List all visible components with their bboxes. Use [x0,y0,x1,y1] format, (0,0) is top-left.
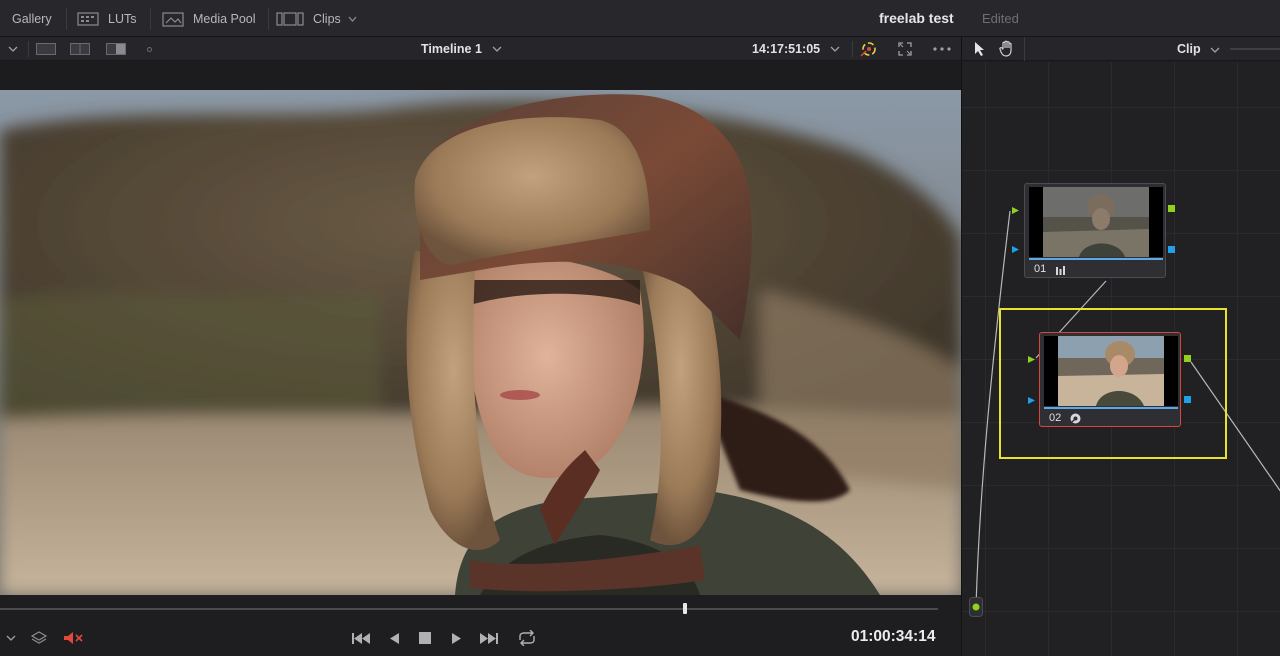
pointer-icon [975,42,984,56]
play-reverse-button[interactable] [383,628,405,648]
node-01-output-port[interactable] [1168,205,1175,212]
color-node-01[interactable]: 01 [1024,183,1166,278]
mute-icon [64,632,83,644]
luts-tab[interactable]: LUTs [77,0,136,37]
media-pool-icon [162,11,184,27]
viewer-header: Timeline 1 14:17:51:05 [0,37,961,61]
more-options-icon [933,47,951,51]
hand-icon [999,40,1012,57]
highlight-wheel-icon [860,42,876,57]
node-01-key-output-port[interactable] [1168,246,1175,253]
scrubber-bar[interactable] [0,608,938,610]
layers-button[interactable] [28,628,50,648]
single-viewer-icon [36,43,56,55]
loop-button[interactable] [516,628,538,648]
transport-controls [0,620,961,656]
viewer-options-button[interactable] [933,37,951,61]
node-mode-selector[interactable]: Clip [1177,37,1220,61]
divider [852,41,853,57]
node-mode-label: Clip [1177,42,1201,56]
timeline-selector[interactable]: Timeline 1 [421,37,502,61]
go-to-start-button[interactable] [350,628,372,648]
project-title: freelab test [879,10,954,26]
node-status-bar [1029,258,1163,260]
divider [28,41,29,57]
go-to-end-button[interactable] [478,628,500,648]
clips-label: Clips [313,11,341,26]
hand-tool-button[interactable] [999,40,1015,62]
divider [268,8,269,30]
divider [66,8,67,30]
source-timecode: 14:17:51:05 [752,42,821,56]
dot-icon [147,46,152,52]
node-editor-header [961,37,1280,61]
resolve-color-page: Gallery LUTs Media Pool Clips freelab te… [0,0,1280,656]
chevron-down-icon [6,635,16,641]
split-viewer-button[interactable] [70,37,90,61]
play-reverse-icon [389,632,399,644]
viewer-option-dot[interactable] [147,37,152,61]
node-01-input-port[interactable] [1012,207,1019,214]
top-toolbar: Gallery LUTs Media Pool Clips freelab te… [0,0,1280,37]
source-input-icon[interactable] [969,597,983,617]
media-pool-tab[interactable]: Media Pool [162,0,256,37]
split-viewer-icon [70,43,90,55]
wipe-viewer-icon [106,43,126,55]
video-frame-image [0,90,961,595]
gallery-tab[interactable]: Gallery [12,0,52,37]
play-button[interactable] [445,628,467,648]
tool-menu-button[interactable] [0,628,22,648]
wipe-viewer-button[interactable] [106,37,126,61]
node-selection-highlight [999,308,1227,459]
chevron-down-icon [8,46,18,52]
timeline-name: Timeline 1 [421,42,482,56]
clips-icon [276,11,304,26]
node-label: 01 [1034,263,1047,275]
highlight-button[interactable] [859,37,879,61]
stop-button[interactable] [414,628,436,648]
divider [150,8,151,30]
single-viewer-button[interactable] [36,37,56,61]
loop-icon [519,630,535,646]
pointer-tool-button[interactable] [974,41,986,62]
zoom-slider[interactable] [1230,48,1280,50]
stop-icon [419,632,431,644]
clips-tab[interactable]: Clips [276,0,357,37]
luts-icon [77,11,99,26]
chevron-down-icon [348,16,357,22]
divider [1024,37,1025,61]
viewer-frame [0,90,961,595]
gallery-label: Gallery [12,11,52,26]
project-status: Edited [982,11,1019,26]
timecode-selector[interactable]: 14:17:51:05 [752,37,840,61]
play-icon [451,632,461,644]
chevron-down-icon [830,46,840,52]
node-thumbnail [1029,187,1163,257]
record-timecode: 01:00:34:14 [851,628,936,645]
node-01-key-input-port[interactable] [1012,246,1019,253]
mute-button[interactable] [62,628,84,648]
chevron-down-icon [1210,47,1220,53]
expand-icon [898,42,912,56]
fullscreen-button[interactable] [898,37,912,61]
layers-icon [31,631,47,644]
levels-icon [1056,266,1065,275]
skip-to-end-icon [480,632,498,644]
skip-to-start-icon [352,632,370,644]
luts-label: LUTs [108,11,137,26]
chevron-down-icon [492,46,502,52]
playhead[interactable] [682,603,687,614]
viewer-menu-button[interactable] [8,37,18,61]
media-pool-label: Media Pool [193,11,256,26]
